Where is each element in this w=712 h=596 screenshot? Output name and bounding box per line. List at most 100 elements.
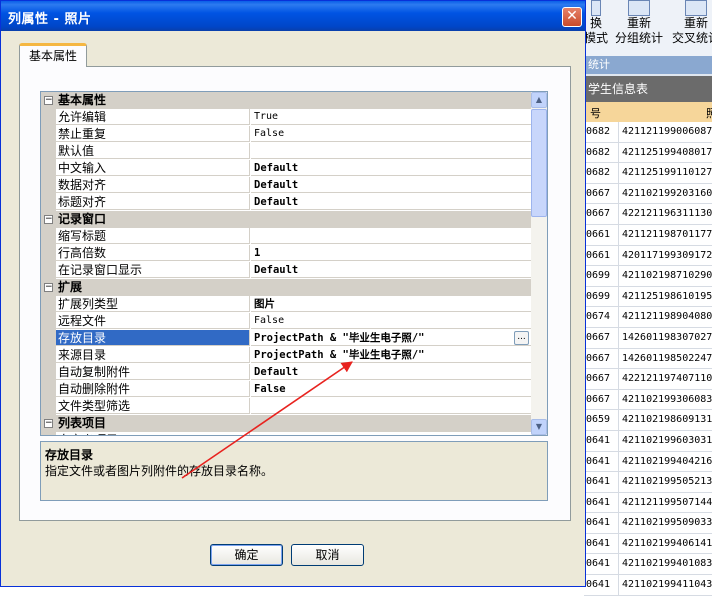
property-value[interactable]: Default: [251, 364, 531, 380]
property-row[interactable]: 中文输入 Default: [41, 160, 531, 177]
property-value[interactable]: Default: [251, 194, 531, 210]
property-row[interactable]: 自定义项目: [41, 432, 531, 435]
table-row[interactable]: 0661 420117199309172: [584, 245, 712, 267]
property-name[interactable]: 文件类型筛选: [56, 398, 250, 414]
property-row[interactable]: 文件类型筛选: [41, 398, 531, 415]
title-bar[interactable]: 列属性 - 照片 ✕: [1, 1, 585, 31]
table-row[interactable]: 0682 421125199110127: [584, 163, 712, 184]
category-header[interactable]: − 扩展: [41, 279, 531, 296]
property-row[interactable]: 来源目录 ProjectPath & "毕业生电子照/": [41, 347, 531, 364]
property-row[interactable]: 缩写标题: [41, 228, 531, 245]
table-row[interactable]: 0682 421121199006087: [584, 122, 712, 143]
collapse-icon[interactable]: −: [44, 96, 53, 105]
property-name[interactable]: 行高倍数: [56, 245, 250, 261]
ok-button[interactable]: 确定: [210, 544, 283, 566]
scroll-up-button[interactable]: ▲: [531, 92, 547, 108]
table-row[interactable]: 0641 421102199411043: [584, 575, 712, 596]
table-row[interactable]: 0641 421102199406141: [584, 533, 712, 555]
property-value[interactable]: Default: [251, 160, 531, 176]
table-row[interactable]: 0641 421102199509033: [584, 513, 712, 534]
property-value[interactable]: 图片: [251, 296, 531, 312]
property-row[interactable]: 数据对齐 Default: [41, 177, 531, 194]
property-name[interactable]: 自动删除附件: [56, 381, 250, 397]
collapse-icon[interactable]: −: [44, 419, 53, 428]
table-row[interactable]: 0641 421102199603031: [584, 430, 712, 452]
table-row[interactable]: 0667 422121197407110: [584, 369, 712, 390]
ribbon-regroup-button[interactable]: 重新 分组统计: [612, 0, 666, 56]
table-tab-title[interactable]: 学生信息表: [584, 76, 712, 102]
property-row[interactable]: 扩展列类型 图片: [41, 296, 531, 313]
table-row[interactable]: 0667 422121196311130: [584, 204, 712, 225]
property-name[interactable]: 中文输入: [56, 160, 250, 176]
property-name[interactable]: 标题对齐: [56, 194, 250, 210]
property-name[interactable]: 扩展列类型: [56, 296, 250, 312]
table-row[interactable]: 0674 421121198904080: [584, 307, 712, 328]
collapse-icon[interactable]: −: [44, 283, 53, 292]
table-row[interactable]: 0667 421102199203160: [584, 183, 712, 205]
column-header-idcard[interactable]: 照: [706, 105, 712, 121]
property-row[interactable]: 允许编辑 True: [41, 109, 531, 126]
property-row[interactable]: 在记录窗口显示 Default: [41, 262, 531, 279]
table-row[interactable]: 0699 421102198710290: [584, 266, 712, 287]
category-header[interactable]: − 记录窗口: [41, 211, 531, 228]
property-value[interactable]: [251, 432, 531, 435]
scroll-down-button[interactable]: ▼: [531, 419, 547, 435]
property-name[interactable]: 自定义项目: [56, 432, 250, 435]
property-name[interactable]: 在记录窗口显示: [56, 262, 250, 278]
ribbon-crosstab-button[interactable]: 重新 交叉统计: [668, 0, 712, 56]
cancel-button[interactable]: 取消: [291, 544, 364, 566]
table-row[interactable]: 0641 421102199404216: [584, 451, 712, 473]
property-value[interactable]: ProjectPath & "毕业生电子照/": [251, 330, 531, 346]
table-row[interactable]: 0667 421102199306083: [584, 389, 712, 411]
property-row[interactable]: 默认值: [41, 143, 531, 160]
collapse-icon[interactable]: −: [44, 215, 53, 224]
property-value[interactable]: True: [251, 109, 531, 125]
property-value[interactable]: Default: [251, 177, 531, 193]
table-row[interactable]: 0682 421125199408017: [584, 142, 712, 164]
table-row[interactable]: 0641 421102199505213: [584, 472, 712, 493]
property-value[interactable]: [251, 228, 531, 244]
property-name[interactable]: 默认值: [56, 143, 250, 159]
property-value[interactable]: False: [251, 313, 531, 329]
property-row[interactable]: 标题对齐 Default: [41, 194, 531, 211]
browse-ellipsis-button[interactable]: ...: [514, 331, 529, 345]
column-header-id[interactable]: 号: [590, 105, 601, 121]
table-row[interactable]: 0641 421121199507144: [584, 492, 712, 514]
property-value[interactable]: Default: [251, 262, 531, 278]
row-idcard-cell: 421102198710290: [622, 270, 712, 282]
scroll-thumb[interactable]: [531, 109, 547, 217]
table-row[interactable]: 0699 421125198610195: [584, 286, 712, 308]
table-row[interactable]: 0667 142601198307027: [584, 327, 712, 349]
property-name[interactable]: 来源目录: [56, 347, 250, 363]
property-row[interactable]: 远程文件 False: [41, 313, 531, 330]
property-value[interactable]: [251, 398, 531, 414]
property-row[interactable]: 禁止重复 False: [41, 126, 531, 143]
property-value[interactable]: [251, 143, 531, 159]
property-name[interactable]: 存放目录: [56, 330, 250, 346]
property-row[interactable]: 行高倍数 1: [41, 245, 531, 262]
close-button[interactable]: ✕: [562, 7, 582, 27]
property-value[interactable]: ProjectPath & "毕业生电子照/": [251, 347, 531, 363]
property-row[interactable]: 自动删除附件 False: [41, 381, 531, 398]
row-id-cell: 0667: [586, 352, 611, 364]
ribbon-mode-button[interactable]: 换 模式: [584, 0, 608, 56]
property-name[interactable]: 远程文件: [56, 313, 250, 329]
property-value[interactable]: 1: [251, 245, 531, 261]
table-row[interactable]: 0661 421121198701177: [584, 224, 712, 246]
property-value[interactable]: False: [251, 126, 531, 142]
table-row[interactable]: 0659 421102198609131: [584, 410, 712, 431]
property-name[interactable]: 允许编辑: [56, 109, 250, 125]
category-header[interactable]: − 基本属性: [41, 92, 531, 109]
property-value[interactable]: False: [251, 381, 531, 397]
category-header[interactable]: − 列表项目: [41, 415, 531, 432]
property-grid-scrollbar[interactable]: ▲ ▼: [531, 92, 547, 435]
property-name[interactable]: 禁止重复: [56, 126, 250, 142]
table-row[interactable]: 0667 142601198502247: [584, 348, 712, 370]
property-name[interactable]: 数据对齐: [56, 177, 250, 193]
table-row[interactable]: 0641 421102199401083: [584, 554, 712, 576]
property-row[interactable]: 自动复制附件 Default: [41, 364, 531, 381]
tab-basic-properties[interactable]: 基本属性: [19, 43, 87, 67]
property-name[interactable]: 自动复制附件: [56, 364, 250, 380]
property-name[interactable]: 缩写标题: [56, 228, 250, 244]
property-row[interactable]: 存放目录 ProjectPath & "毕业生电子照/"...: [41, 330, 531, 347]
